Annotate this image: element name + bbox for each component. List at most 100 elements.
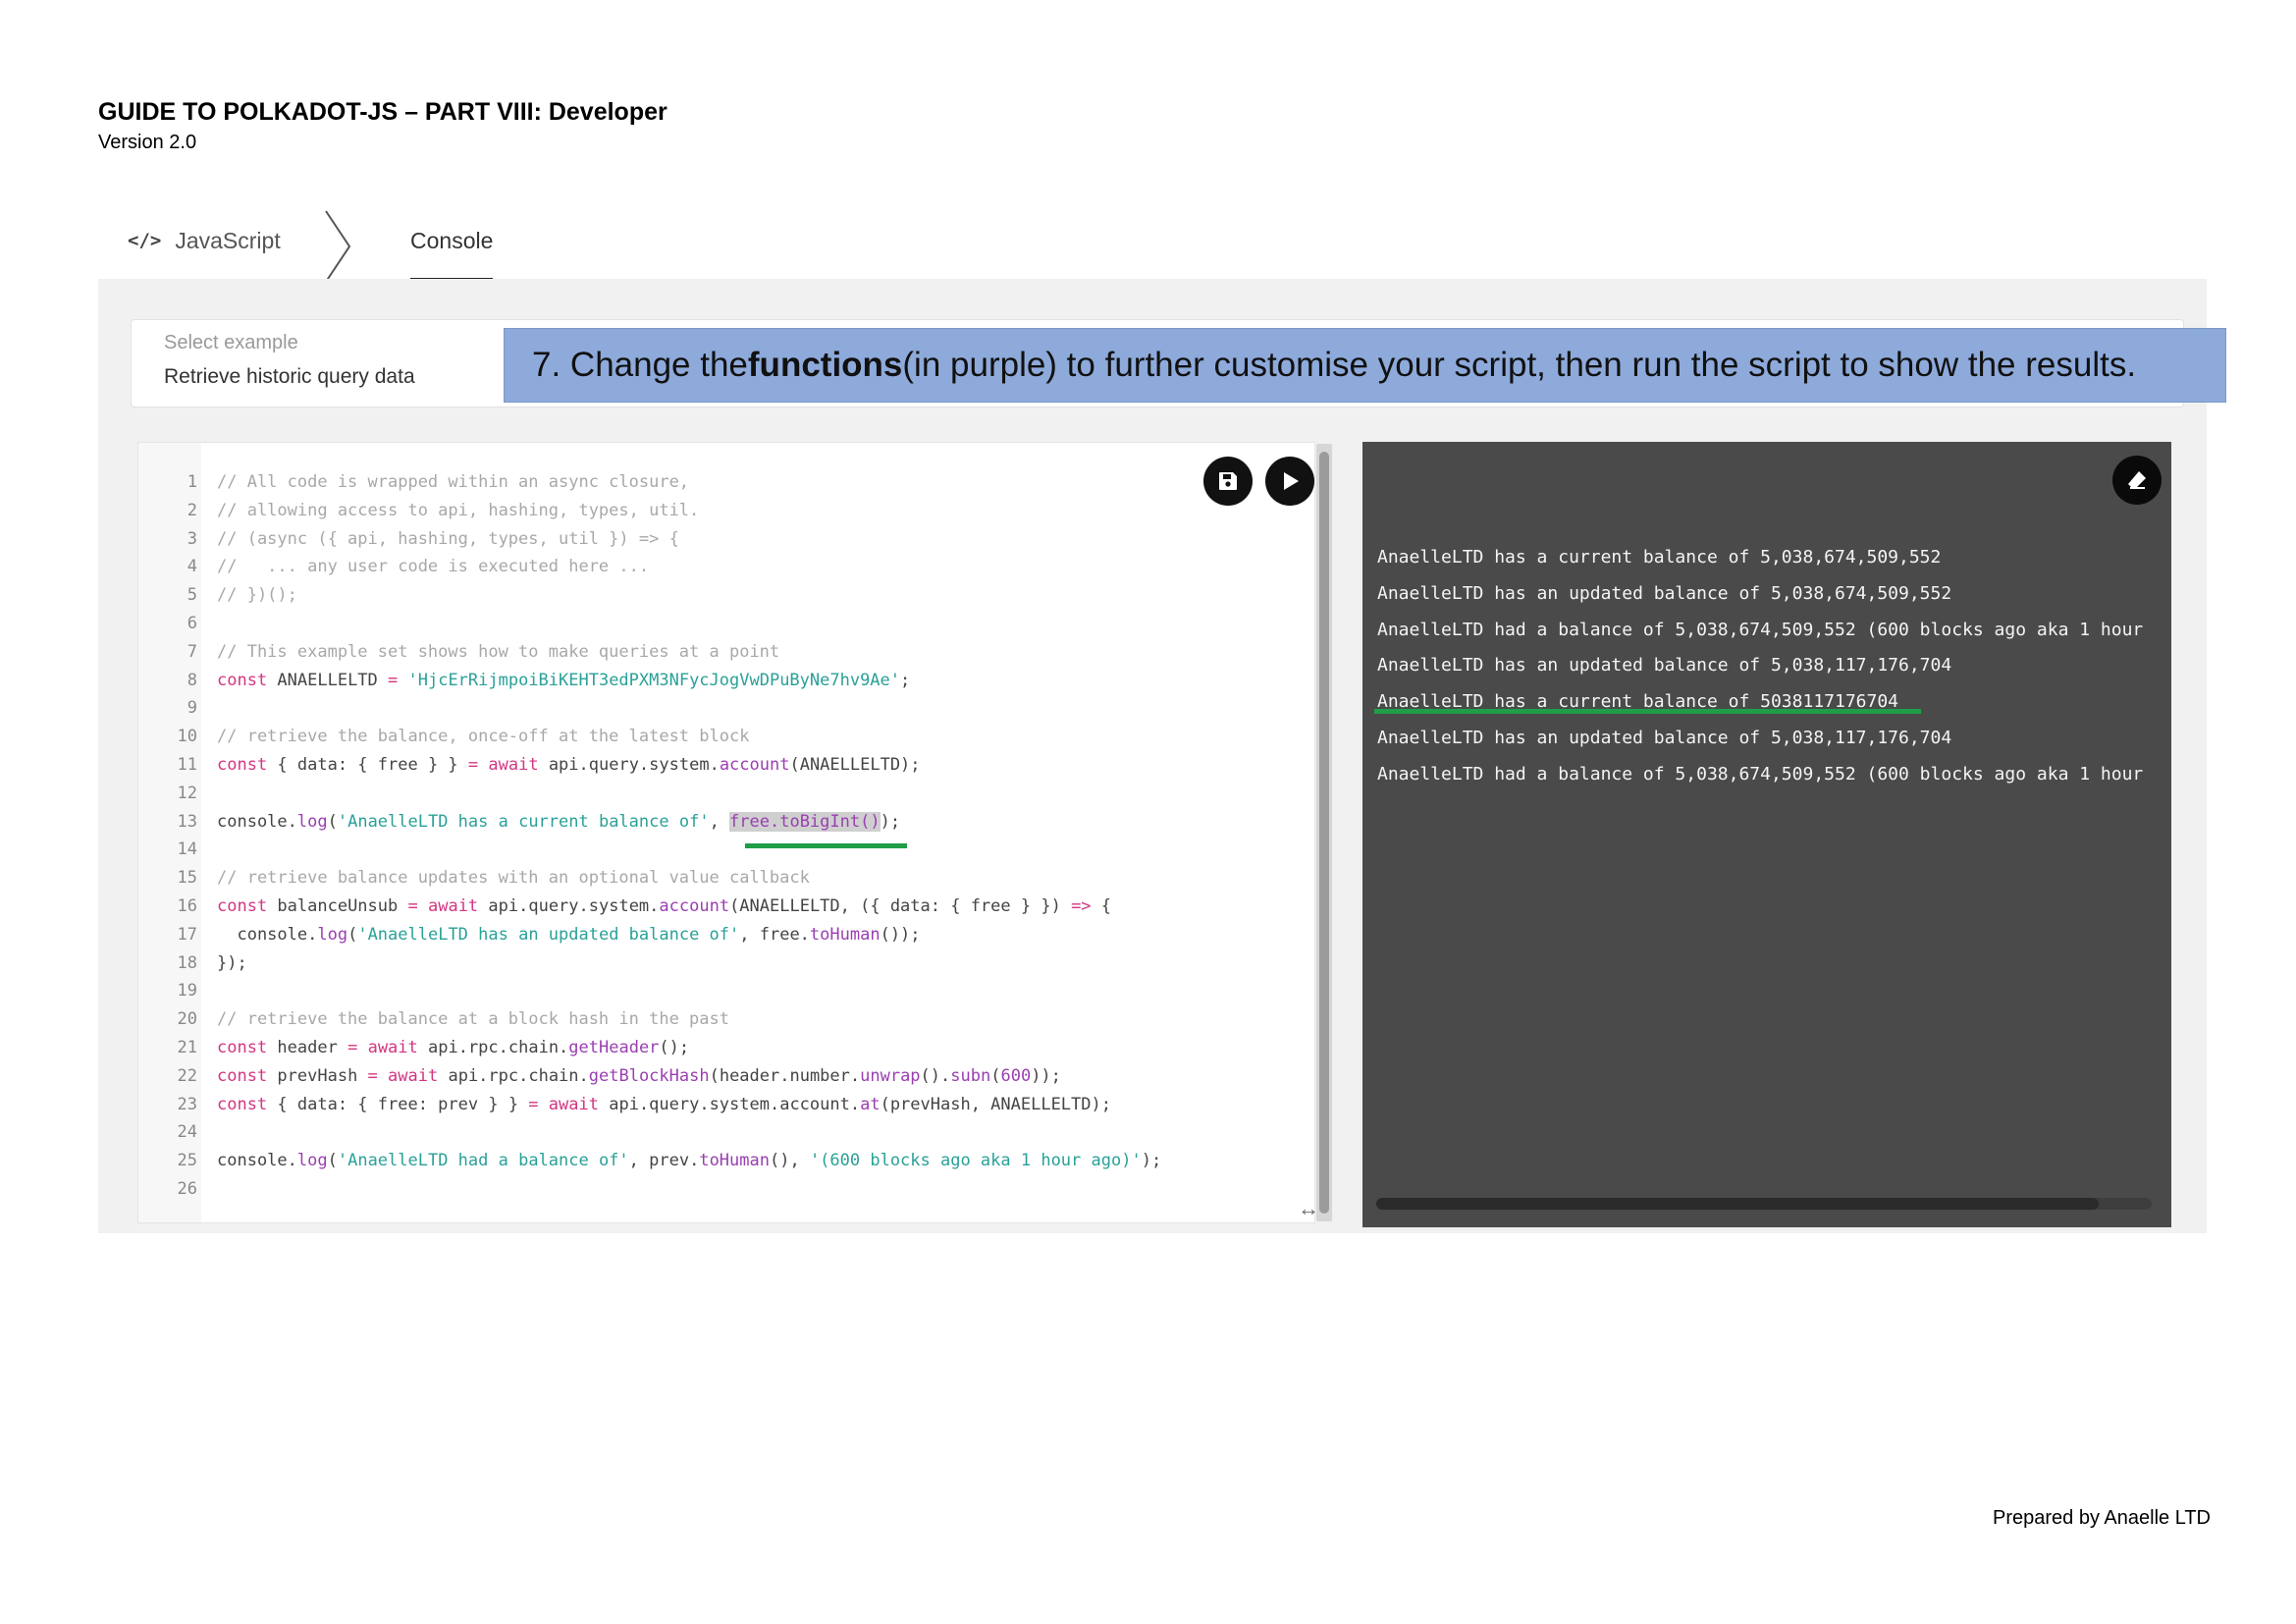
tab-javascript[interactable]: </> JavaScript bbox=[128, 201, 281, 280]
code-line: 7 // This example set shows how to make q… bbox=[138, 638, 1314, 667]
code-line-text: const balanceUnsub = await api.query.sys… bbox=[217, 893, 1111, 921]
code-token: api.query.system. bbox=[538, 754, 720, 775]
highlighted-function: free.toBigInt() bbox=[729, 811, 881, 832]
editor-scrollbar-thumb[interactable] bbox=[1319, 452, 1329, 1214]
line-number: 10 bbox=[177, 727, 197, 747]
code-token: toHuman bbox=[809, 924, 881, 945]
code-token: = bbox=[467, 754, 479, 775]
code-token: await bbox=[388, 1065, 439, 1086]
code-token: = bbox=[528, 1094, 539, 1114]
code-token: // retrieve balance updates with an opti… bbox=[217, 868, 810, 889]
line-number: 2 bbox=[187, 500, 197, 520]
code-line: 20 // retrieve the balance at a block has… bbox=[138, 1005, 1314, 1034]
code-token: // retrieve the balance at a block hash … bbox=[217, 1009, 729, 1030]
code-line: 6 bbox=[138, 610, 1314, 638]
code-token: const bbox=[217, 670, 268, 690]
console-horizontal-scrollbar[interactable] bbox=[1376, 1198, 2152, 1210]
code-token: account bbox=[719, 754, 790, 775]
console-lines: AnaelleLTD has a current balance of 5,03… bbox=[1377, 540, 2143, 793]
code-token: toHuman bbox=[699, 1151, 770, 1171]
code-line: 15 // retrieve balance updates with an op… bbox=[138, 864, 1314, 893]
resize-handle-icon[interactable]: ↔ bbox=[1298, 1196, 1319, 1221]
code-token: // })(); bbox=[217, 585, 297, 606]
tab-console-label: Console bbox=[410, 227, 494, 253]
line-number: 4 bbox=[187, 557, 197, 577]
console-line: AnaelleLTD has an updated balance of 5,0… bbox=[1377, 727, 1952, 748]
code-token: )); bbox=[1031, 1065, 1061, 1086]
code-token: const bbox=[217, 895, 268, 916]
code-line-text: }); bbox=[217, 949, 247, 978]
code-token: = bbox=[367, 1065, 378, 1086]
console-output: AnaelleLTD has a current balance of 5,03… bbox=[1362, 442, 2171, 1227]
tab-javascript-label: JavaScript bbox=[175, 227, 281, 253]
run-button[interactable] bbox=[1265, 457, 1314, 506]
code-token: (header.number. bbox=[709, 1065, 861, 1086]
code-token: ()); bbox=[880, 924, 921, 945]
line-number: 11 bbox=[177, 754, 197, 775]
document-version: Version 2.0 bbox=[98, 132, 197, 153]
code-token: log bbox=[296, 1151, 328, 1171]
code-token: 600 bbox=[1000, 1065, 1032, 1086]
code-token: prevHash bbox=[267, 1065, 368, 1086]
code-token: // This example set shows how to make qu… bbox=[217, 641, 780, 662]
line-number: 18 bbox=[177, 952, 197, 973]
code-token: 'AnaelleLTD has an updated balance of' bbox=[357, 924, 740, 945]
callout-text-before: 7. Change the bbox=[532, 346, 748, 384]
code-line: 25 console.log('AnaelleLTD had a balance … bbox=[138, 1147, 1314, 1175]
code-token: (prevHash, ANAELLELTD); bbox=[880, 1094, 1111, 1114]
line-number: 5 bbox=[187, 585, 197, 606]
code-token: , prev. bbox=[628, 1151, 700, 1171]
line-number: 1 bbox=[187, 472, 197, 492]
code-line-text: // All code is wrapped within an async c… bbox=[217, 468, 689, 497]
code-token: , free. bbox=[739, 924, 810, 945]
line-number: 22 bbox=[177, 1065, 197, 1086]
tab-console[interactable]: Console bbox=[410, 201, 494, 282]
code-token: // allowing access to api, hashing, type… bbox=[217, 500, 700, 520]
code-token: unwrap bbox=[860, 1065, 921, 1086]
line-number: 25 bbox=[177, 1151, 197, 1171]
code-token: console. bbox=[217, 811, 297, 832]
console-highlight-underline bbox=[1374, 709, 1921, 714]
line-number: 15 bbox=[177, 868, 197, 889]
code-line-text: const prevHash = await api.rpc.chain.get… bbox=[217, 1062, 1061, 1091]
clear-console-button[interactable] bbox=[2112, 456, 2162, 505]
code-token: const bbox=[217, 754, 268, 775]
code-token: await bbox=[488, 754, 539, 775]
code-token: balanceUnsub bbox=[267, 895, 408, 916]
code-token: (), bbox=[769, 1151, 810, 1171]
code-line-text: console.log('AnaelleLTD has a current ba… bbox=[217, 808, 900, 837]
code-token: { data: { free: prev } } bbox=[267, 1094, 529, 1114]
code-line: 1 // All code is wrapped within an async … bbox=[138, 468, 1314, 497]
code-line: 12 bbox=[138, 780, 1314, 808]
code-line: 2 // allowing access to api, hashing, typ… bbox=[138, 497, 1314, 525]
instruction-callout: 7. Change the functions (in purple) to f… bbox=[504, 328, 2226, 403]
editor-scrollbar[interactable] bbox=[1316, 444, 1332, 1221]
code-token: , bbox=[709, 811, 730, 832]
console-line: AnaelleLTD has a current balance of 5038… bbox=[1377, 691, 1899, 713]
code-line-text: console.log('AnaelleLTD had a balance of… bbox=[217, 1147, 1161, 1175]
code-token: ( bbox=[347, 924, 358, 945]
code-token: ( bbox=[327, 811, 338, 832]
code-token: // retrieve the balance, once-off at the… bbox=[217, 727, 750, 747]
code-token: await bbox=[548, 1094, 599, 1114]
code-line-text: // })(); bbox=[217, 581, 297, 610]
code-editor[interactable]: 1 // All code is wrapped within an async … bbox=[137, 442, 1315, 1223]
line-number: 21 bbox=[177, 1037, 197, 1057]
code-token: console. bbox=[217, 924, 318, 945]
code-token: log bbox=[317, 924, 348, 945]
code-line: 14 bbox=[138, 836, 1314, 864]
code-token: log bbox=[296, 811, 328, 832]
code-token: '(600 blocks ago aka 1 hour ago)' bbox=[809, 1151, 1142, 1171]
console-scrollbar-thumb[interactable] bbox=[1376, 1198, 2099, 1210]
code-line: 11 const { data: { free } } = await api.q… bbox=[138, 751, 1314, 780]
line-number: 12 bbox=[177, 783, 197, 803]
save-button[interactable] bbox=[1203, 457, 1253, 506]
line-number: 14 bbox=[177, 839, 197, 860]
line-number: 24 bbox=[177, 1122, 197, 1143]
code-line-text: console.log('AnaelleLTD has an updated b… bbox=[217, 921, 921, 949]
code-token: await bbox=[367, 1037, 418, 1057]
code-token: at bbox=[860, 1094, 881, 1114]
code-token: header bbox=[267, 1037, 348, 1057]
